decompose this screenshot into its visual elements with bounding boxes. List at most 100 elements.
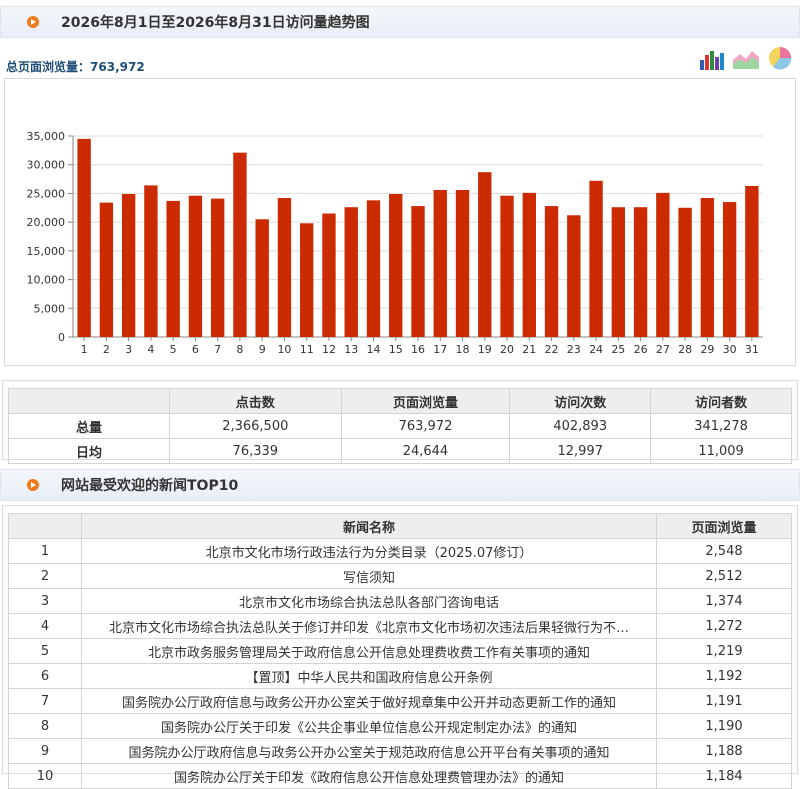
news-title-link[interactable]: 北京市政务服务管理局关于政府信息公开信息处理费收费工作有关事项的通知 — [81, 638, 657, 664]
y-tick-label: 0 — [58, 331, 65, 344]
top10-title: 网站最受欢迎的新闻TOP10 — [61, 478, 239, 494]
stats-header-row: 点击数 页面浏览量 访问次数 访问者数 — [8, 388, 792, 414]
news-title-link[interactable]: 国务院办公厅关于印发《政府信息公开信息处理费管理办法》的通知 — [81, 763, 657, 789]
table-row: 1 北京市文化市场行政违法行为分类目录（2025.07修订） 2,548 — [8, 538, 792, 564]
news-rank: 8 — [8, 713, 82, 739]
y-tick-label: 25,000 — [27, 187, 66, 200]
bar — [188, 195, 203, 337]
stats-header-blank — [8, 388, 170, 414]
pie-chart-icon[interactable] — [766, 46, 794, 70]
bar — [277, 198, 292, 337]
table-row: 5 北京市政务服务管理局关于政府信息公开信息处理费收费工作有关事项的通知 1,219 — [8, 638, 792, 664]
x-tick-label: 20 — [500, 343, 514, 356]
stats-cell: 763,972 — [340, 413, 511, 439]
y-tick-label: 15,000 — [27, 245, 66, 258]
x-tick-label: 28 — [678, 343, 692, 356]
top10-header-views: 页面浏览量 — [656, 513, 792, 539]
bar — [455, 189, 470, 337]
bar — [522, 192, 536, 337]
y-tick-label: 30,000 — [27, 159, 66, 172]
news-title-link[interactable]: 【置顶】中华人民共和国政府信息公开条例 — [81, 663, 657, 689]
bar — [166, 200, 180, 337]
news-rank: 9 — [8, 738, 82, 764]
bar — [121, 194, 136, 337]
bar — [611, 207, 625, 337]
news-rank: 2 — [8, 563, 82, 589]
total-pageviews-label: 总页面浏览量： — [6, 60, 91, 74]
bar — [366, 200, 381, 337]
x-tick-label: 10 — [277, 343, 291, 356]
chart-type-switcher — [698, 46, 794, 70]
bar — [144, 185, 158, 337]
x-tick-label: 31 — [745, 343, 759, 356]
news-rank: 4 — [8, 613, 82, 639]
bar — [300, 223, 314, 337]
table-row: 9 国务院办公厅政府信息与政务公开办公室关于规范政府信息公开平台有关事项的通知 1,… — [8, 738, 792, 764]
x-tick-label: 27 — [656, 343, 670, 356]
bar — [700, 198, 715, 337]
stats-cell: 2,366,500 — [169, 413, 342, 439]
news-title-link[interactable]: 北京市文化市场综合执法总队关于修订并印发《北京市文化市场初次违法后果轻微行为不… — [81, 613, 657, 639]
news-title-link[interactable]: 北京市文化市场综合执法总队各部门咨询电话 — [81, 588, 657, 614]
x-tick-label: 21 — [522, 343, 536, 356]
news-title-link[interactable]: 国务院办公厅政府信息与政务公开办公室关于做好规章集中公开并动态更新工作的通知 — [81, 688, 657, 714]
table-row: 7 国务院办公厅政府信息与政务公开办公室关于做好规章集中公开并动态更新工作的通知 1… — [8, 688, 792, 714]
area-chart-icon[interactable] — [732, 46, 760, 70]
news-rank: 10 — [8, 763, 82, 789]
bar — [433, 189, 447, 337]
news-rank: 1 — [8, 538, 82, 564]
y-tick-label: 20,000 — [27, 216, 66, 229]
news-views: 2,512 — [656, 563, 792, 589]
x-tick-label: 12 — [322, 343, 336, 356]
arrow-bullet-icon — [27, 479, 39, 491]
arrow-bullet-icon — [27, 16, 39, 28]
stats-row-total: 总量 2,366,500 763,972 402,893 341,278 — [8, 413, 792, 439]
table-row: 2 写信须知 2,512 — [8, 563, 792, 589]
x-tick-label: 7 — [214, 343, 221, 356]
bar — [678, 207, 692, 337]
bar — [99, 202, 114, 337]
stats-page: 2026年8月1日至2026年8月31日访问量趋势图 总页面浏览量：763,97… — [0, 0, 800, 789]
news-views: 1,188 — [656, 738, 792, 764]
stats-cell: 12,997 — [509, 438, 652, 464]
bar-chart-icon[interactable] — [698, 46, 726, 70]
x-tick-label: 29 — [700, 343, 714, 356]
news-title-link[interactable]: 北京市文化市场行政违法行为分类目录（2025.07修订） — [81, 538, 657, 564]
news-views: 1,374 — [656, 588, 792, 614]
stats-cell: 24,644 — [340, 438, 511, 464]
x-tick-label: 13 — [344, 343, 358, 356]
stats-header-visits: 访问次数 — [509, 388, 652, 414]
x-tick-label: 16 — [411, 343, 425, 356]
news-rank: 7 — [8, 688, 82, 714]
x-tick-label: 24 — [589, 343, 603, 356]
news-title-link[interactable]: 国务院办公厅关于印发《公共企事业单位信息公开规定制定办法》的通知 — [81, 713, 657, 739]
bar — [544, 206, 559, 337]
x-tick-label: 25 — [611, 343, 625, 356]
bar — [500, 195, 514, 337]
x-tick-label: 15 — [389, 343, 403, 356]
x-tick-label: 11 — [300, 343, 314, 356]
table-row: 10 国务院办公厅关于印发《政府信息公开信息处理费管理办法》的通知 1,184 — [8, 763, 792, 789]
news-rank: 6 — [8, 663, 82, 689]
news-title-link[interactable]: 国务院办公厅政府信息与政务公开办公室关于规范政府信息公开平台有关事项的通知 — [81, 738, 657, 764]
news-views: 1,191 — [656, 688, 792, 714]
table-row: 8 国务院办公厅关于印发《公共企事业单位信息公开规定制定办法》的通知 1,190 — [8, 713, 792, 739]
news-title-link[interactable]: 写信须知 — [81, 563, 657, 589]
news-rank: 5 — [8, 638, 82, 664]
total-pageviews-summary: 总页面浏览量：763,972 — [6, 58, 145, 75]
x-tick-label: 30 — [723, 343, 737, 356]
stats-cell: 341,278 — [650, 413, 792, 439]
stats-cell: 11,009 — [650, 438, 792, 464]
top10-header-row: 新闻名称 页面浏览量 — [8, 513, 792, 539]
stats-header-visitors: 访问者数 — [650, 388, 792, 414]
bar — [656, 192, 670, 337]
total-pageviews-value: 763,972 — [90, 60, 145, 74]
bar — [344, 207, 358, 337]
trend-header: 2026年8月1日至2026年8月31日访问量趋势图 — [0, 6, 800, 38]
top10-table: 新闻名称 页面浏览量 1 北京市文化市场行政违法行为分类目录（2025.07修订）… — [8, 513, 792, 789]
x-tick-label: 3 — [125, 343, 132, 356]
stats-cell: 402,893 — [509, 413, 652, 439]
bar — [322, 213, 336, 337]
x-tick-label: 8 — [236, 343, 243, 356]
news-rank: 3 — [8, 588, 82, 614]
